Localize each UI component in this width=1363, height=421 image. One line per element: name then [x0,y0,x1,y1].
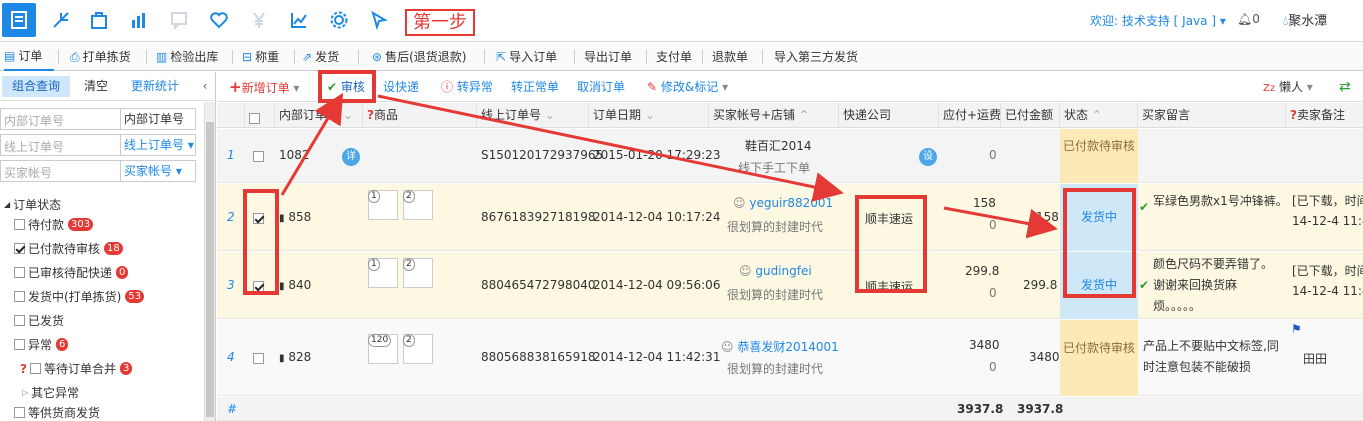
annotation-arrows [280,92,1058,239]
